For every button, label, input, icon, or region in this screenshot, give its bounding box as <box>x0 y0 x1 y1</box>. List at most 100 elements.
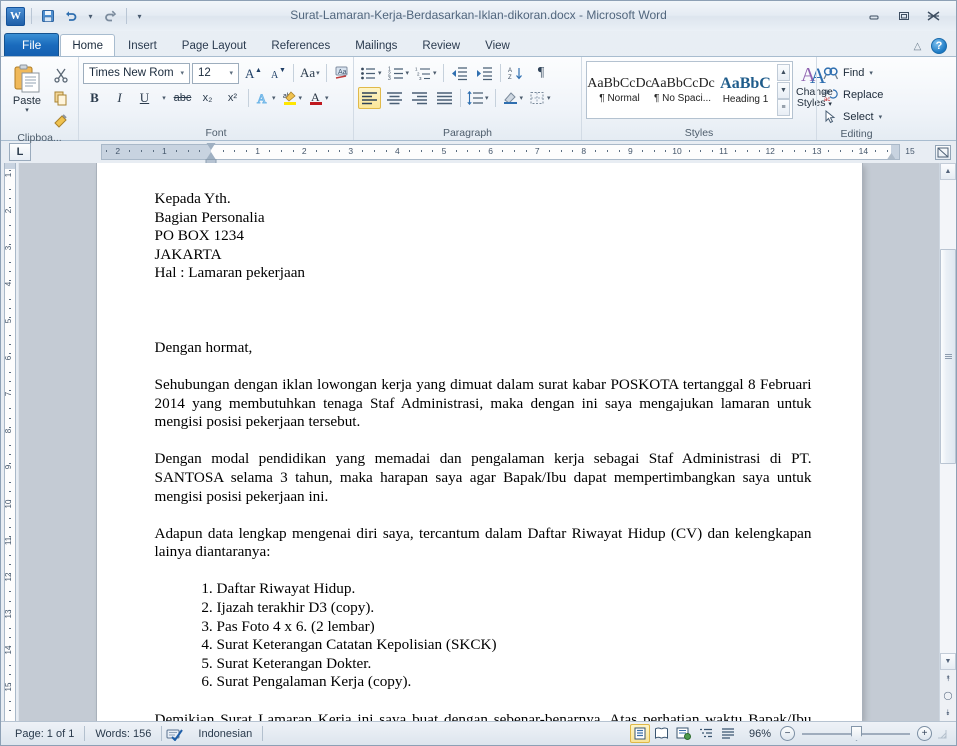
replace-button[interactable]: ab ac Replace <box>821 84 883 105</box>
previous-page-icon[interactable]: ⯭ <box>940 670 956 687</box>
vertical-scrollbar[interactable]: ▲ ▼ ⯭ ◯ ⯯ <box>939 163 956 721</box>
zoom-in-button[interactable]: + <box>917 726 932 741</box>
restore-button[interactable] <box>890 7 918 26</box>
highlight-dropdown-icon[interactable]: ▾ <box>299 94 303 102</box>
bold-button[interactable]: B <box>83 87 106 109</box>
multilevel-dropdown-icon[interactable]: ▾ <box>433 69 437 77</box>
justify-button[interactable] <box>433 87 456 109</box>
tab-insert[interactable]: Insert <box>116 34 169 56</box>
tab-references[interactable]: References <box>259 34 342 56</box>
text-effects-icon[interactable]: A ▾ <box>253 87 278 109</box>
next-page-icon[interactable]: ⯯ <box>940 704 956 721</box>
zoom-slider[interactable] <box>802 726 910 741</box>
styles-more-icon[interactable]: ≡ <box>777 99 790 116</box>
tab-home[interactable]: Home <box>60 34 116 56</box>
change-case-icon[interactable]: Aa ▾ <box>298 62 322 84</box>
scroll-track[interactable] <box>940 180 956 653</box>
superscript-button[interactable]: x² <box>221 87 244 109</box>
word-count[interactable]: Words: 156 <box>85 725 161 743</box>
format-painter-icon[interactable] <box>49 110 73 132</box>
document-canvas[interactable]: Kepada Yth. Bagian Personalia PO BOX 123… <box>19 163 939 721</box>
paste-dropdown-icon[interactable]: ▾ <box>25 107 29 114</box>
align-center-button[interactable] <box>383 87 406 109</box>
line-spacing-dropdown-icon[interactable]: ▾ <box>485 94 489 102</box>
increase-indent-icon[interactable] <box>473 62 496 84</box>
style-heading-1[interactable]: AaBbC Heading 1 <box>714 63 777 117</box>
paste-button[interactable]: Paste ▾ <box>5 62 49 114</box>
full-screen-reading-view-button[interactable] <box>652 724 672 743</box>
shading-icon[interactable]: ▾ <box>500 87 526 109</box>
show-formatting-marks-icon[interactable]: ¶ <box>530 62 553 84</box>
align-left-button[interactable] <box>358 87 381 109</box>
grow-font-icon[interactable]: A ▲ <box>241 62 264 84</box>
select-button[interactable]: Select ▾ <box>821 106 882 127</box>
font-size-dropdown-icon[interactable]: ▾ <box>226 69 236 77</box>
help-icon[interactable]: ? <box>931 38 947 54</box>
select-dropdown-icon[interactable]: ▾ <box>879 113 883 121</box>
zoom-level[interactable]: 96% <box>740 728 778 740</box>
undo-icon[interactable] <box>61 6 81 26</box>
font-color-dropdown-icon[interactable]: ▾ <box>325 94 329 102</box>
style-no-spacing[interactable]: AaBbCcDc ¶ No Spaci... <box>650 63 715 117</box>
decrease-indent-icon[interactable] <box>448 62 471 84</box>
font-name-input[interactable]: Times New Rom ▾ <box>83 62 190 84</box>
shading-dropdown-icon[interactable]: ▾ <box>520 94 524 102</box>
web-layout-view-button[interactable] <box>674 724 694 743</box>
customize-quick-access-icon[interactable]: ▾ <box>133 6 146 26</box>
bullets-dropdown-icon[interactable]: ▾ <box>378 69 382 77</box>
view-ruler-icon[interactable] <box>935 144 951 160</box>
resize-grip[interactable] <box>936 728 948 740</box>
cut-icon[interactable] <box>49 64 73 86</box>
tab-page-layout[interactable]: Page Layout <box>170 34 259 56</box>
borders-dropdown-icon[interactable]: ▾ <box>547 94 551 102</box>
tab-view[interactable]: View <box>473 34 522 56</box>
zoom-out-button[interactable]: − <box>780 726 795 741</box>
horizontal-ruler[interactable]: 2 1 1 2 3 4 5 6 7 8 9 10 11 12 13 14 15 <box>101 143 915 164</box>
borders-icon[interactable]: ▾ <box>527 87 553 109</box>
font-name-dropdown-icon[interactable]: ▾ <box>177 69 187 77</box>
outline-view-button[interactable] <box>696 724 716 743</box>
find-button[interactable]: Find ▾ <box>821 62 873 83</box>
select-browse-object-icon[interactable]: ◯ <box>940 687 956 704</box>
tab-stop-selector[interactable]: L <box>9 143 31 161</box>
font-size-input[interactable]: 12 ▾ <box>192 62 239 84</box>
close-button[interactable] <box>920 7 948 26</box>
styles-scroll-up-icon[interactable]: ▲ <box>777 64 790 81</box>
copy-icon[interactable] <box>49 87 73 109</box>
zoom-slider-thumb[interactable] <box>851 726 862 741</box>
highlight-icon[interactable]: ab ▾ <box>280 87 305 109</box>
save-icon[interactable] <box>38 6 58 26</box>
font-color-icon[interactable]: A ▾ <box>306 87 331 109</box>
page-indicator[interactable]: Page: 1 of 1 <box>5 725 84 743</box>
italic-button[interactable]: I <box>108 87 131 109</box>
tab-mailings[interactable]: Mailings <box>343 34 409 56</box>
word-logo-icon[interactable]: W <box>6 6 25 26</box>
scroll-up-button[interactable]: ▲ <box>940 163 956 180</box>
proofing-errors-icon[interactable] <box>162 727 188 741</box>
document-page[interactable]: Kepada Yth. Bagian Personalia PO BOX 123… <box>96 163 862 721</box>
scroll-down-button[interactable]: ▼ <box>940 653 956 670</box>
styles-scroll-down-icon[interactable]: ▼ <box>777 81 790 99</box>
line-spacing-icon[interactable]: ▾ <box>465 87 491 109</box>
clear-formatting-icon[interactable]: Aa <box>331 62 354 84</box>
underline-dropdown-icon[interactable]: ▾ <box>158 87 169 109</box>
strikethrough-button[interactable]: abc <box>171 87 194 109</box>
tab-file[interactable]: File <box>4 33 60 56</box>
text-effects-dropdown-icon[interactable]: ▾ <box>272 94 276 102</box>
language-indicator[interactable]: Indonesian <box>188 725 262 743</box>
sort-icon[interactable]: AZ <box>505 62 528 84</box>
shrink-font-icon[interactable]: A ▼ <box>266 62 289 84</box>
find-dropdown-icon[interactable]: ▾ <box>869 69 873 77</box>
draft-view-button[interactable] <box>718 724 738 743</box>
underline-button[interactable]: U <box>133 87 156 109</box>
minimize-button[interactable] <box>860 7 888 26</box>
undo-dropdown-icon[interactable]: ▾ <box>84 6 97 26</box>
bullets-icon[interactable]: ▾ <box>358 62 384 84</box>
align-right-button[interactable] <box>408 87 431 109</box>
numbering-icon[interactable]: 123 ▾ <box>386 62 412 84</box>
multilevel-list-icon[interactable]: 123 ▾ <box>413 62 439 84</box>
numbering-dropdown-icon[interactable]: ▾ <box>406 69 410 77</box>
vertical-ruler[interactable]: 1 2 3 4 5 6 7 8 9 10 11 12 13 14 15 <box>1 163 19 721</box>
document-body[interactable]: Kepada Yth. Bagian Personalia PO BOX 123… <box>155 190 812 721</box>
subscript-button[interactable]: x₂ <box>196 87 219 109</box>
